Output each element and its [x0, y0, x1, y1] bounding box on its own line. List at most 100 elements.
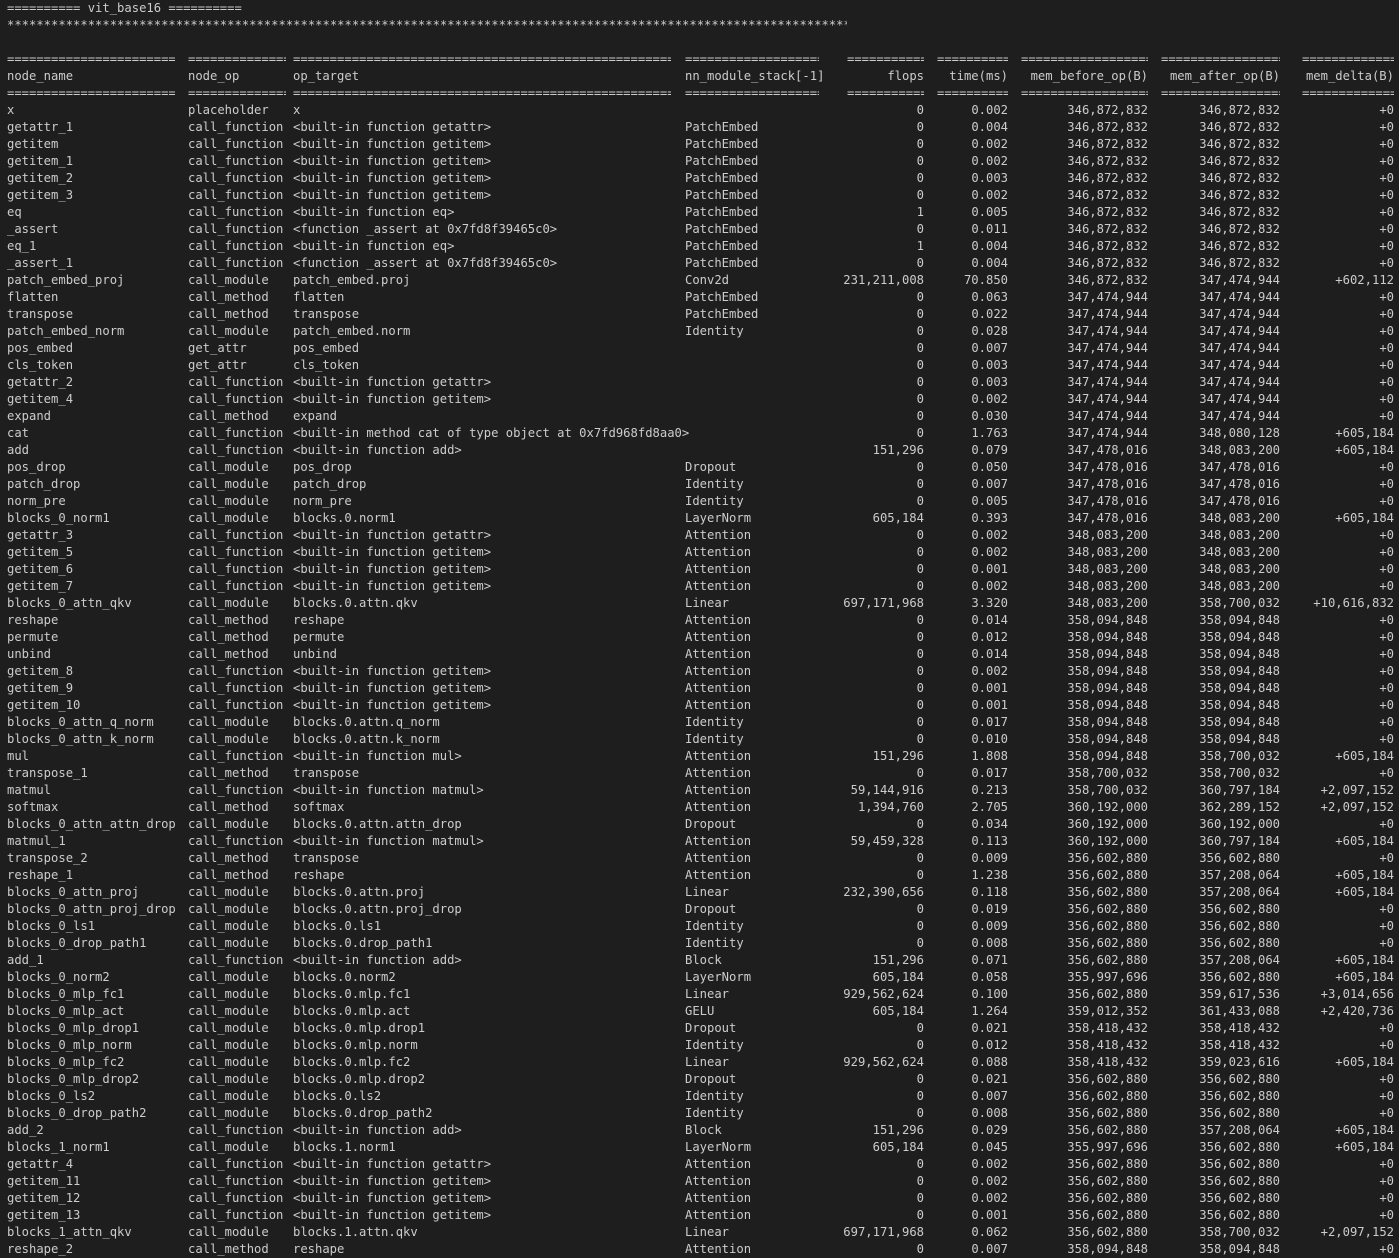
table-row: matmul call_function <built-in function ma… [7, 782, 1399, 799]
cell-time: 0.030 [971, 409, 1008, 423]
cell-mem-after: 346,872,832 [1199, 205, 1280, 219]
cell-nn-module: PatchEmbed [685, 120, 759, 134]
table-row: flatten call_method flatten PatchEmbed 0 0.06… [7, 289, 1399, 306]
cell-op-target: transpose [293, 766, 360, 780]
header-row: node_name node_op op_target nn_module_st… [7, 68, 1399, 85]
table-row: patch_drop call_module patch_drop Identity 0… [7, 476, 1399, 493]
header-node-name: node_name [7, 69, 74, 83]
cell-mem-after: 357,208,064 [1199, 1123, 1280, 1137]
cell-mem-delta: +605,184 [1335, 443, 1394, 457]
cell-node-name: mul [7, 749, 30, 763]
cell-mem-before: 356,602,880 [1067, 1174, 1148, 1188]
cell-nn-module: Identity [685, 324, 744, 338]
cell-time: 0.008 [971, 1106, 1008, 1120]
cell-flops: 151,296 [872, 443, 924, 457]
cell-op-target: flatten [293, 290, 345, 304]
cell-mem-delta: +0 [1379, 460, 1394, 474]
cell-mem-after: 356,602,880 [1199, 851, 1280, 865]
cell-mem-after: 347,474,944 [1199, 358, 1280, 372]
cell-mem-after: 346,872,832 [1199, 120, 1280, 134]
cell-time: 0.007 [971, 477, 1008, 491]
cell-op-target: <built-in function matmul> [293, 834, 484, 848]
cell-op-target: blocks.0.mlp.fc2 [293, 1055, 411, 1069]
cell-mem-after: 347,474,944 [1199, 392, 1280, 406]
cell-nn-module: Dropout [685, 817, 737, 831]
cell-mem-delta: +0 [1379, 630, 1394, 644]
cell-flops: 0 [916, 426, 924, 440]
cell-node-name: blocks_1_attn_qkv [7, 1225, 132, 1239]
cell-node-name: getitem_4 [7, 392, 74, 406]
table-row: add_2 call_function <built-in function add… [7, 1122, 1399, 1139]
cell-nn-module: Attention [685, 681, 752, 695]
cell-time: 0.088 [971, 1055, 1008, 1069]
cell-node-op: call_function [188, 834, 284, 848]
cell-flops: 0 [916, 630, 924, 644]
cell-mem-before: 358,094,848 [1067, 664, 1148, 678]
cell-mem-after: 358,094,848 [1199, 1242, 1280, 1256]
cell-flops: 0 [916, 1038, 924, 1052]
table-row: blocks_0_norm2 call_module blocks.0.norm2 L… [7, 969, 1399, 986]
table-row: blocks_0_attn_proj_drop call_module blocks… [7, 901, 1399, 918]
cell-time: 0.002 [971, 154, 1008, 168]
cell-mem-after: 360,192,000 [1199, 817, 1280, 831]
cell-op-target: cls_token [293, 358, 360, 372]
cell-node-op: call_module [188, 936, 269, 950]
cell-node-op: call_module [188, 732, 269, 746]
cell-node-op: call_module [188, 324, 269, 338]
cell-flops: 0 [916, 1174, 924, 1188]
cell-nn-module: LayerNorm [685, 1140, 752, 1154]
table-row: getitem_4 call_function <built-in function… [7, 391, 1399, 408]
cell-time: 0.021 [971, 1072, 1008, 1086]
cell-time: 0.009 [971, 851, 1008, 865]
cell-op-target: blocks.0.attn.proj [293, 885, 426, 899]
cell-op-target: expand [293, 409, 338, 423]
cell-mem-delta: +0 [1379, 902, 1394, 916]
cell-mem-before: 347,474,944 [1067, 324, 1148, 338]
cell-flops: 0 [916, 936, 924, 950]
cell-mem-before: 358,094,848 [1067, 698, 1148, 712]
cell-time: 0.012 [971, 1038, 1008, 1052]
cell-time: 0.001 [971, 681, 1008, 695]
cell-time: 0.004 [971, 239, 1008, 253]
cell-time: 0.002 [971, 188, 1008, 202]
cell-mem-delta: +605,184 [1335, 1123, 1394, 1137]
cell-flops: 697,171,968 [843, 1225, 924, 1239]
rule-segment [188, 51, 286, 68]
cell-node-name: blocks_0_drop_path1 [7, 936, 147, 950]
cell-nn-module: Attention [685, 579, 752, 593]
table-row: transpose call_method transpose PatchEmbed 0… [7, 306, 1399, 323]
cell-node-name: blocks_0_attn_k_norm [7, 732, 154, 746]
cell-node-op: call_function [188, 137, 284, 151]
cell-flops: 151,296 [872, 953, 924, 967]
cell-nn-module: Linear [685, 1225, 730, 1239]
cell-op-target: <built-in function getitem> [293, 1191, 492, 1205]
cell-mem-before: 356,602,880 [1067, 987, 1148, 1001]
cell-time: 0.007 [971, 1242, 1008, 1256]
cell-node-op: call_function [188, 375, 284, 389]
cell-flops: 0 [916, 307, 924, 321]
cell-node-op: call_function [188, 681, 284, 695]
cell-flops: 0 [916, 188, 924, 202]
cell-flops: 232,390,656 [843, 885, 924, 899]
table-row: eq call_function <built-in function eq> Pat… [7, 204, 1399, 221]
cell-node-name: patch_drop [7, 477, 81, 491]
table-row: reshape_2 call_method reshape Attention 0 0.0… [7, 1241, 1399, 1258]
rule-segment [1302, 51, 1394, 68]
cell-mem-delta: +0 [1379, 1021, 1394, 1035]
cell-node-name: getitem_9 [7, 681, 74, 695]
cell-node-name: getitem_7 [7, 579, 74, 593]
cell-time: 0.100 [971, 987, 1008, 1001]
cell-mem-after: 356,602,880 [1199, 936, 1280, 950]
cell-op-target: transpose [293, 307, 360, 321]
rule-segment [937, 85, 1008, 102]
cell-node-name: eq_1 [7, 239, 37, 253]
cell-node-op: call_module [188, 987, 269, 1001]
cell-flops: 0 [916, 579, 924, 593]
cell-nn-module: Identity [685, 1089, 744, 1103]
cell-mem-before: 360,192,000 [1067, 800, 1148, 814]
header-time: time(ms) [949, 69, 1008, 83]
cell-mem-before: 346,872,832 [1067, 273, 1148, 287]
cell-mem-before: 356,602,880 [1067, 1208, 1148, 1222]
header-rule-bottom [7, 85, 1399, 102]
cell-mem-delta: +0 [1379, 936, 1394, 950]
